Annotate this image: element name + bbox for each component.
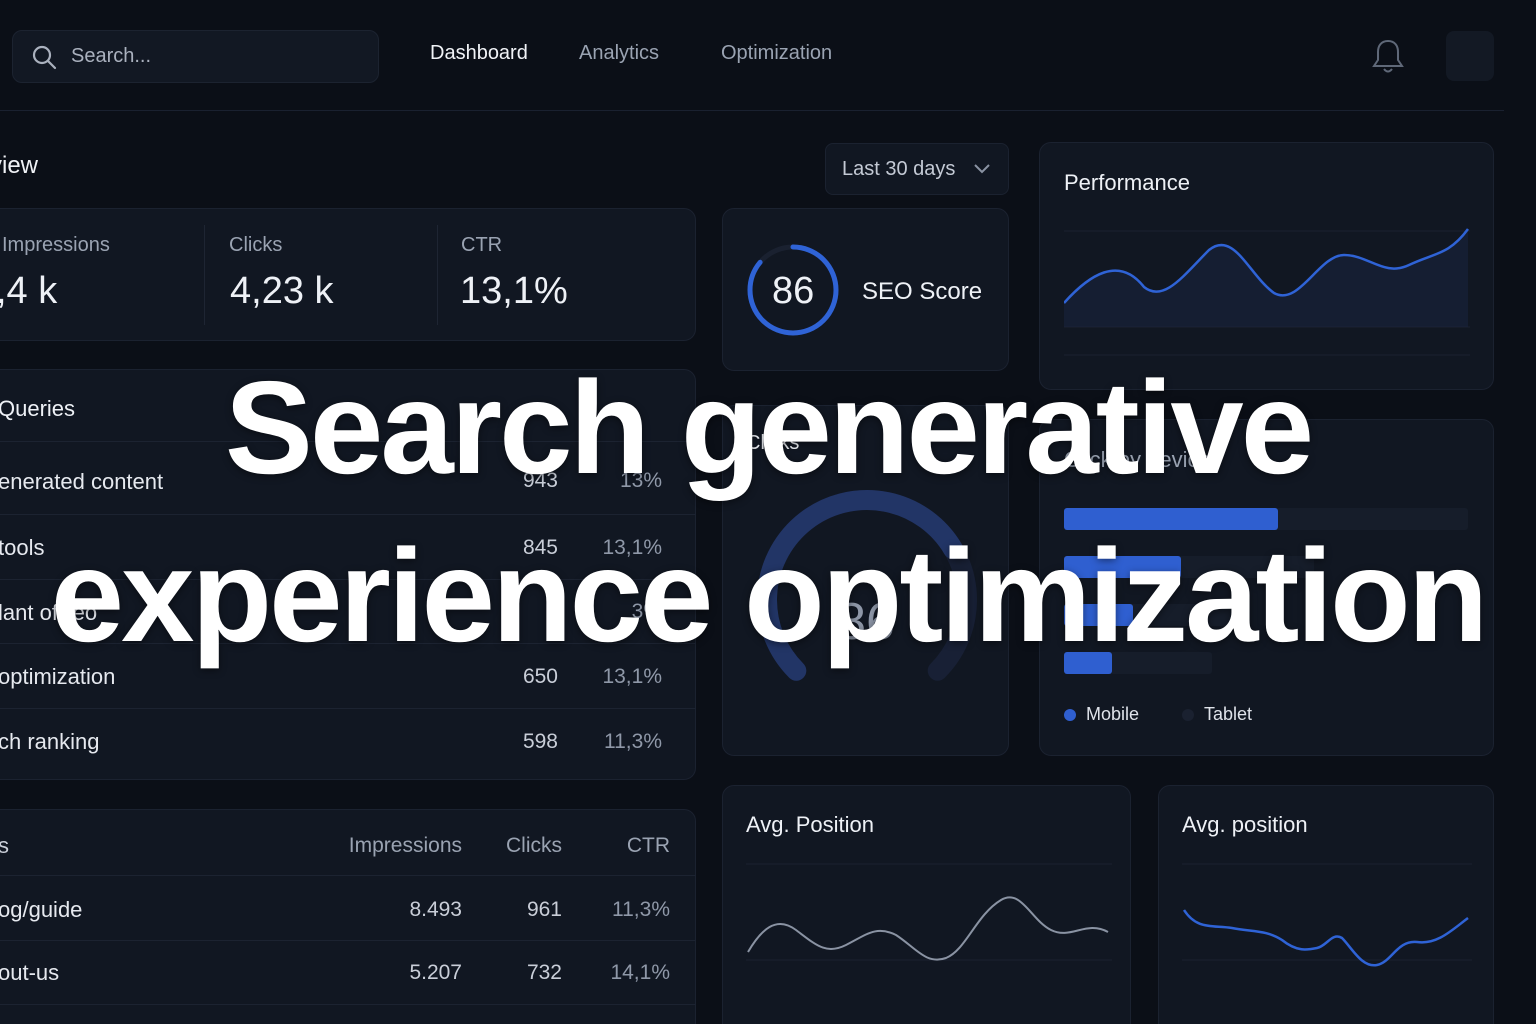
impressions-value: ,4 k bbox=[0, 270, 58, 312]
headline-line-2: experience optimization bbox=[50, 522, 1489, 669]
impressions-label: Impressions bbox=[2, 234, 110, 256]
query-pct: 11,3% bbox=[604, 730, 662, 753]
page-impressions: 8.493 bbox=[409, 898, 462, 921]
mobile-legend-dot bbox=[1064, 709, 1076, 721]
row-divider bbox=[0, 1004, 696, 1005]
row-divider bbox=[0, 514, 696, 515]
clicks-value: 4,23 k bbox=[230, 270, 334, 312]
overview-title: view bbox=[0, 152, 39, 179]
avg-position-chart bbox=[746, 863, 1112, 961]
seo-score-value: 86 bbox=[772, 270, 815, 312]
query-count: 598 bbox=[522, 730, 558, 753]
page-path: og/guide bbox=[0, 897, 83, 922]
date-range-value: Last 30 days bbox=[842, 157, 956, 180]
nav-analytics[interactable]: Analytics bbox=[579, 42, 659, 65]
page-clicks: 732 bbox=[526, 961, 562, 984]
avg-position-line-2 bbox=[1182, 909, 1469, 967]
stats-card bbox=[0, 208, 696, 341]
page-path: out-us bbox=[0, 960, 60, 985]
dashboard-screen: Dashboard Analytics Optimization view La… bbox=[0, 0, 1536, 1024]
clicks-label: Clicks bbox=[229, 234, 283, 256]
performance-title: Performance bbox=[1064, 170, 1190, 195]
row-divider bbox=[0, 708, 696, 709]
query-text: ch ranking bbox=[0, 729, 100, 754]
avg-position-chart-2 bbox=[1182, 863, 1472, 967]
search-icon bbox=[32, 45, 57, 69]
nav-optimization[interactable]: Optimization bbox=[721, 42, 832, 65]
divider bbox=[204, 225, 205, 325]
tablet-legend-label: Tablet bbox=[1204, 704, 1253, 724]
search-bar[interactable] bbox=[12, 30, 379, 83]
chevron-down-icon bbox=[974, 164, 991, 174]
avg-position-title-2: Avg. position bbox=[1182, 812, 1308, 837]
search-input[interactable] bbox=[71, 45, 361, 68]
pages-col-impressions: Impressions bbox=[348, 834, 462, 857]
ctr-value: 13,1% bbox=[460, 270, 568, 312]
date-range-select[interactable]: Last 30 days bbox=[825, 143, 1009, 195]
performance-area bbox=[1064, 229, 1468, 327]
page-ctr: 14,1% bbox=[610, 961, 670, 984]
header-divider bbox=[0, 110, 1504, 111]
page-clicks: 961 bbox=[526, 898, 562, 921]
headline-line-1: Search generative bbox=[224, 354, 1314, 501]
pages-col-page: s bbox=[0, 833, 9, 858]
page-impressions: 5.207 bbox=[409, 961, 462, 984]
avatar[interactable] bbox=[1446, 31, 1494, 81]
row-divider bbox=[0, 875, 696, 876]
performance-chart bbox=[1064, 228, 1470, 356]
row-divider bbox=[0, 940, 696, 941]
avg-position-line bbox=[747, 896, 1109, 961]
ctr-label: CTR bbox=[461, 234, 503, 256]
mobile-legend-label: Mobile bbox=[1086, 704, 1140, 724]
nav-dashboard[interactable]: Dashboard bbox=[430, 42, 528, 65]
pages-col-clicks: Clicks bbox=[506, 834, 562, 857]
seo-score-label: SEO Score bbox=[862, 278, 983, 305]
avg-position-title: Avg. Position bbox=[746, 812, 875, 837]
divider bbox=[437, 225, 438, 325]
tablet-legend-dot bbox=[1182, 709, 1194, 721]
pages-col-ctr: CTR bbox=[626, 834, 670, 857]
bell-icon[interactable] bbox=[1370, 37, 1406, 75]
page-ctr: 11,3% bbox=[612, 898, 670, 921]
